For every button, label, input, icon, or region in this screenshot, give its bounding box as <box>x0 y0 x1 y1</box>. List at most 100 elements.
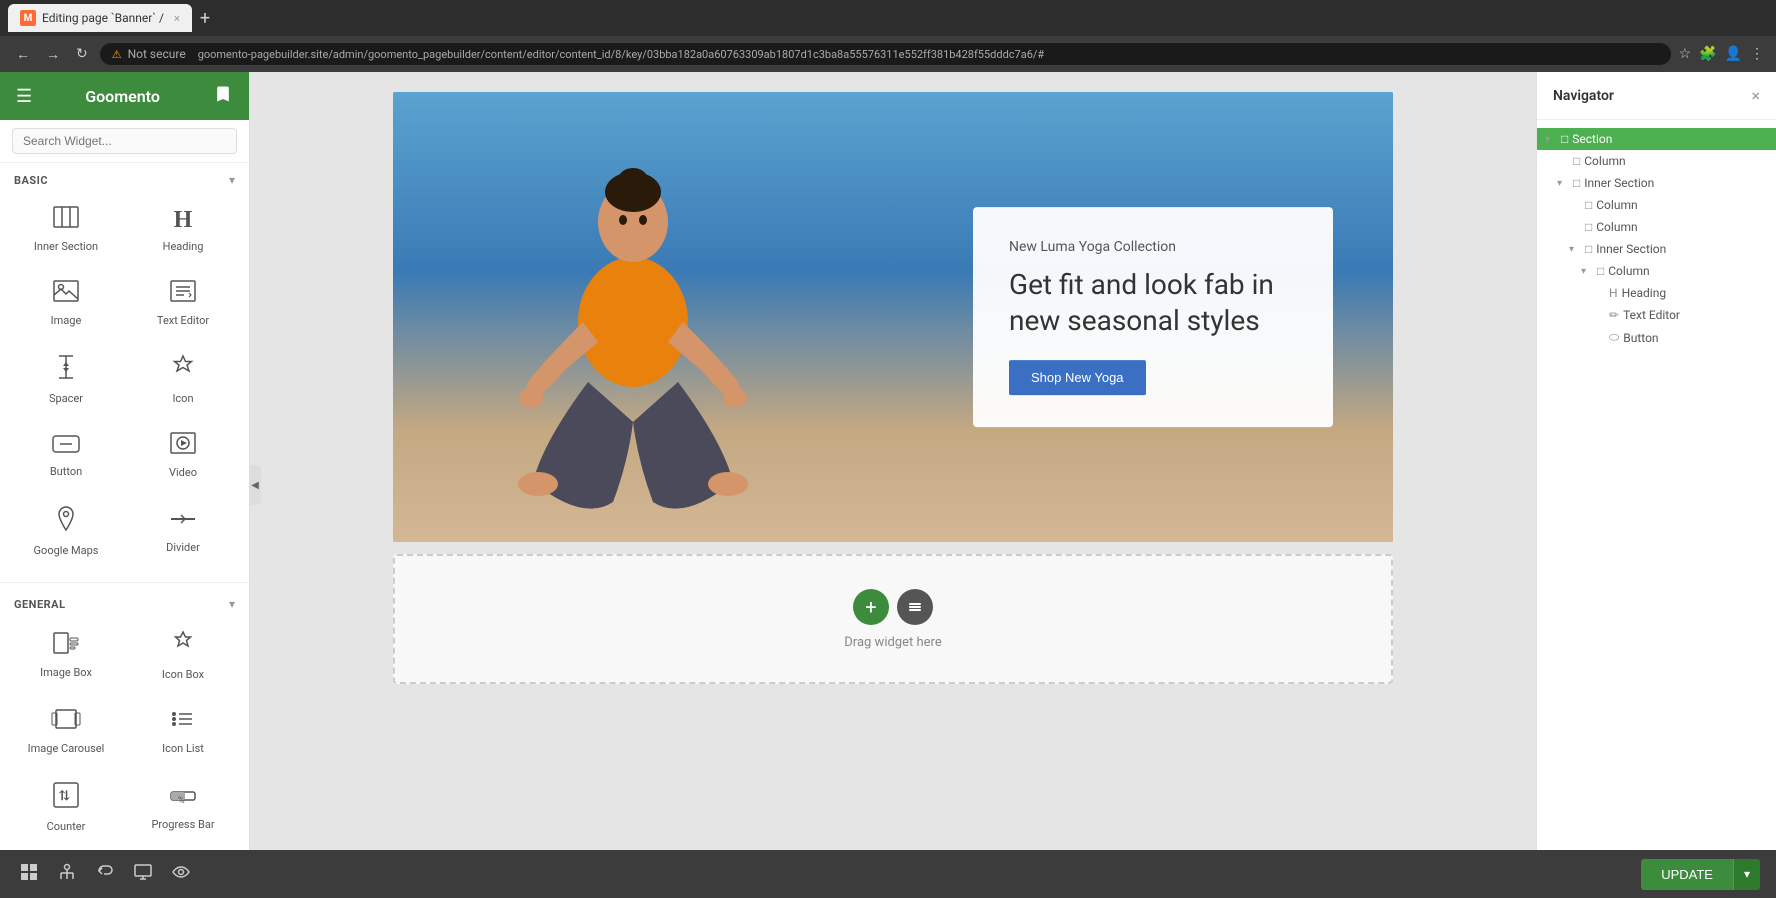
widget-google-maps[interactable]: Google Maps <box>8 493 124 570</box>
star-button[interactable]: ☆ <box>1679 46 1692 62</box>
widget-image-carousel[interactable]: Image Carousel <box>8 695 124 768</box>
widget-image-carousel-label: Image Carousel <box>28 742 105 755</box>
reload-button[interactable]: ↻ <box>72 44 92 64</box>
hero-section: New Luma Yoga Collection Get fit and loo… <box>393 92 1393 542</box>
widget-spacer-label: Spacer <box>49 392 83 405</box>
update-dropdown-button[interactable]: ▾ <box>1733 859 1760 890</box>
nav-tree-item[interactable]: ▾□Inner Section <box>1537 172 1776 194</box>
extension-button[interactable]: 🧩 <box>1699 46 1716 62</box>
widget-button-label: Button <box>50 465 82 478</box>
nav-item-label: Column <box>1596 198 1637 212</box>
address-url: goomento-pagebuilder.site/admin/goomento… <box>198 48 1045 61</box>
search-input[interactable] <box>12 128 237 154</box>
divider-icon <box>169 509 197 535</box>
drop-handle-button[interactable] <box>897 589 933 625</box>
bottom-toolbar: UPDATE ▾ <box>0 850 1776 898</box>
new-tab-button[interactable]: + <box>196 8 214 29</box>
nav-toggle-icon: ▾ <box>1557 178 1569 189</box>
inner-section-icon <box>53 206 79 234</box>
account-button[interactable]: 👤 <box>1725 46 1742 62</box>
drop-zone-section: + Drag widget here <box>393 554 1393 684</box>
nav-item-icon: □ <box>1573 154 1580 168</box>
widget-image[interactable]: Image <box>8 267 124 340</box>
widget-counter-label: Counter <box>47 820 86 833</box>
hero-card-subtitle: New Luma Yoga Collection <box>1009 239 1297 255</box>
update-button[interactable]: UPDATE <box>1641 859 1733 890</box>
widget-heading[interactable]: H Heading <box>125 193 241 266</box>
widget-text-editor-label: Text Editor <box>157 314 209 327</box>
canvas-area: New Luma Yoga Collection Get fit and loo… <box>250 72 1536 898</box>
widget-divider[interactable]: Divider <box>125 493 241 570</box>
grid-icon[interactable] <box>16 859 42 889</box>
icon-widget-icon <box>170 354 196 386</box>
basic-section-toggle[interactable]: ▾ <box>229 173 235 187</box>
hamburger-icon[interactable]: ☰ <box>16 86 32 107</box>
widget-divider-label: Divider <box>166 541 200 554</box>
widget-icon-list-label: Icon List <box>162 742 204 755</box>
widget-inner-section[interactable]: Inner Section <box>8 193 124 266</box>
navigator-close-button[interactable]: × <box>1751 86 1760 105</box>
widget-icon-box[interactable]: Icon Box <box>125 617 241 694</box>
nav-tree-item[interactable]: □Column <box>1537 150 1776 172</box>
forward-button[interactable]: → <box>42 44 64 65</box>
hero-person-image <box>443 102 823 542</box>
widget-text-editor[interactable]: Text Editor <box>125 267 241 340</box>
hero-card: New Luma Yoga Collection Get fit and loo… <box>973 207 1333 427</box>
widget-icon-list[interactable]: Icon List <box>125 695 241 768</box>
nav-toggle-icon: ▾ <box>1545 134 1557 145</box>
app-container: ☰ Goomento BASIC ▾ Inner Section <box>0 72 1776 898</box>
navigator-tree: ▾□Section□Column▾□Inner Section□Column□C… <box>1537 120 1776 357</box>
general-section-toggle[interactable]: ▾ <box>229 597 235 611</box>
video-icon <box>170 432 196 460</box>
back-button[interactable]: ← <box>12 44 34 65</box>
nav-tree-item[interactable]: □Column <box>1537 194 1776 216</box>
widget-icon-box-label: Icon Box <box>162 668 204 681</box>
nav-item-icon: H <box>1609 286 1618 300</box>
general-section: GENERAL ▾ Image Box Icon Box <box>0 587 249 862</box>
icon-box-icon <box>170 630 196 662</box>
hero-card-title: Get fit and look fab in new seasonal sty… <box>1009 267 1297 340</box>
browser-chrome: M Editing page `Banner` / × + ← → ↻ ⚠ No… <box>0 0 1776 72</box>
widget-progress-bar[interactable]: % Progress Bar <box>125 769 241 846</box>
image-icon <box>53 280 79 308</box>
nav-item-label: Column <box>1608 264 1649 278</box>
svg-text:%: % <box>178 796 185 806</box>
nav-tree-item[interactable]: ▾□Column <box>1537 260 1776 282</box>
widget-spacer[interactable]: Spacer <box>8 341 124 418</box>
active-tab[interactable]: M Editing page `Banner` / × <box>8 4 192 32</box>
nav-tree-item[interactable]: □Column <box>1537 216 1776 238</box>
anchor-icon[interactable] <box>54 859 80 889</box>
sidebar-collapse-handle[interactable]: ◀ <box>249 465 261 505</box>
undo-icon[interactable] <box>92 859 118 889</box>
heading-icon: H <box>174 207 193 234</box>
eye-icon[interactable] <box>168 859 194 889</box>
widget-button[interactable]: Button <box>8 419 124 492</box>
nav-tree-item[interactable]: ▾□Section <box>1537 128 1776 150</box>
address-input[interactable]: ⚠ Not secure goomento-pagebuilder.site/a… <box>100 43 1671 65</box>
image-carousel-icon <box>51 708 81 736</box>
widget-google-maps-label: Google Maps <box>34 544 99 557</box>
nav-tree-item[interactable]: ▾□Inner Section <box>1537 238 1776 260</box>
widget-video[interactable]: Video <box>125 419 241 492</box>
browser-menu-button[interactable]: ⋮ <box>1750 46 1764 62</box>
basic-widgets-grid: Inner Section H Heading Image <box>0 193 249 578</box>
widget-icon[interactable]: Icon <box>125 341 241 418</box>
desktop-icon[interactable] <box>130 859 156 889</box>
nav-tree-item[interactable]: HHeading <box>1537 282 1776 304</box>
drop-zone-buttons: + <box>853 589 933 625</box>
widget-icon-label: Icon <box>172 392 193 405</box>
drop-zone-text: Drag widget here <box>844 635 941 650</box>
widget-image-box[interactable]: Image Box <box>8 617 124 694</box>
tab-close-button[interactable]: × <box>174 12 180 25</box>
nav-toggle-icon: ▾ <box>1581 266 1593 277</box>
drop-add-button[interactable]: + <box>853 589 889 625</box>
nav-tree-item[interactable]: ✏Text Editor <box>1537 304 1776 326</box>
nav-tree-item[interactable]: ⬭Button <box>1537 326 1776 349</box>
widget-counter[interactable]: ⇅ Counter <box>8 769 124 846</box>
bookmark-icon[interactable] <box>213 84 233 109</box>
navigator-header: Navigator × <box>1537 72 1776 120</box>
nav-toggle-icon: ▾ <box>1569 244 1581 255</box>
hero-card-button[interactable]: Shop New Yoga <box>1009 360 1146 395</box>
tab-favicon: M <box>20 10 36 26</box>
basic-section: BASIC ▾ Inner Section H Heading <box>0 163 249 578</box>
